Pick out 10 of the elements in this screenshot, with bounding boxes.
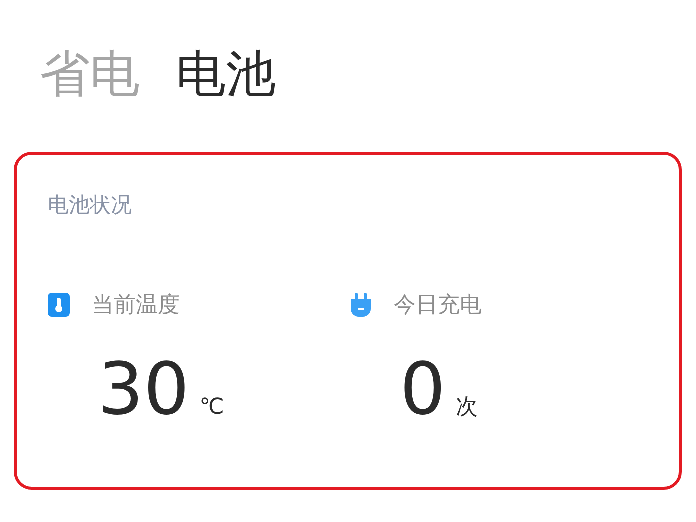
plug-icon <box>350 293 372 317</box>
tab[interactable]: 电池 <box>176 42 276 106</box>
stat-value: 0 <box>400 347 446 431</box>
stat-label: 今日充电 <box>394 292 482 320</box>
stat-unit: 次 <box>456 394 478 422</box>
stat-unit: ℃ <box>200 395 224 420</box>
stat-value: 30 <box>98 347 190 431</box>
thermometer-icon <box>48 293 70 317</box>
card-title: 电池状况 <box>48 192 133 219</box>
stat-label: 当前温度 <box>92 292 180 320</box>
